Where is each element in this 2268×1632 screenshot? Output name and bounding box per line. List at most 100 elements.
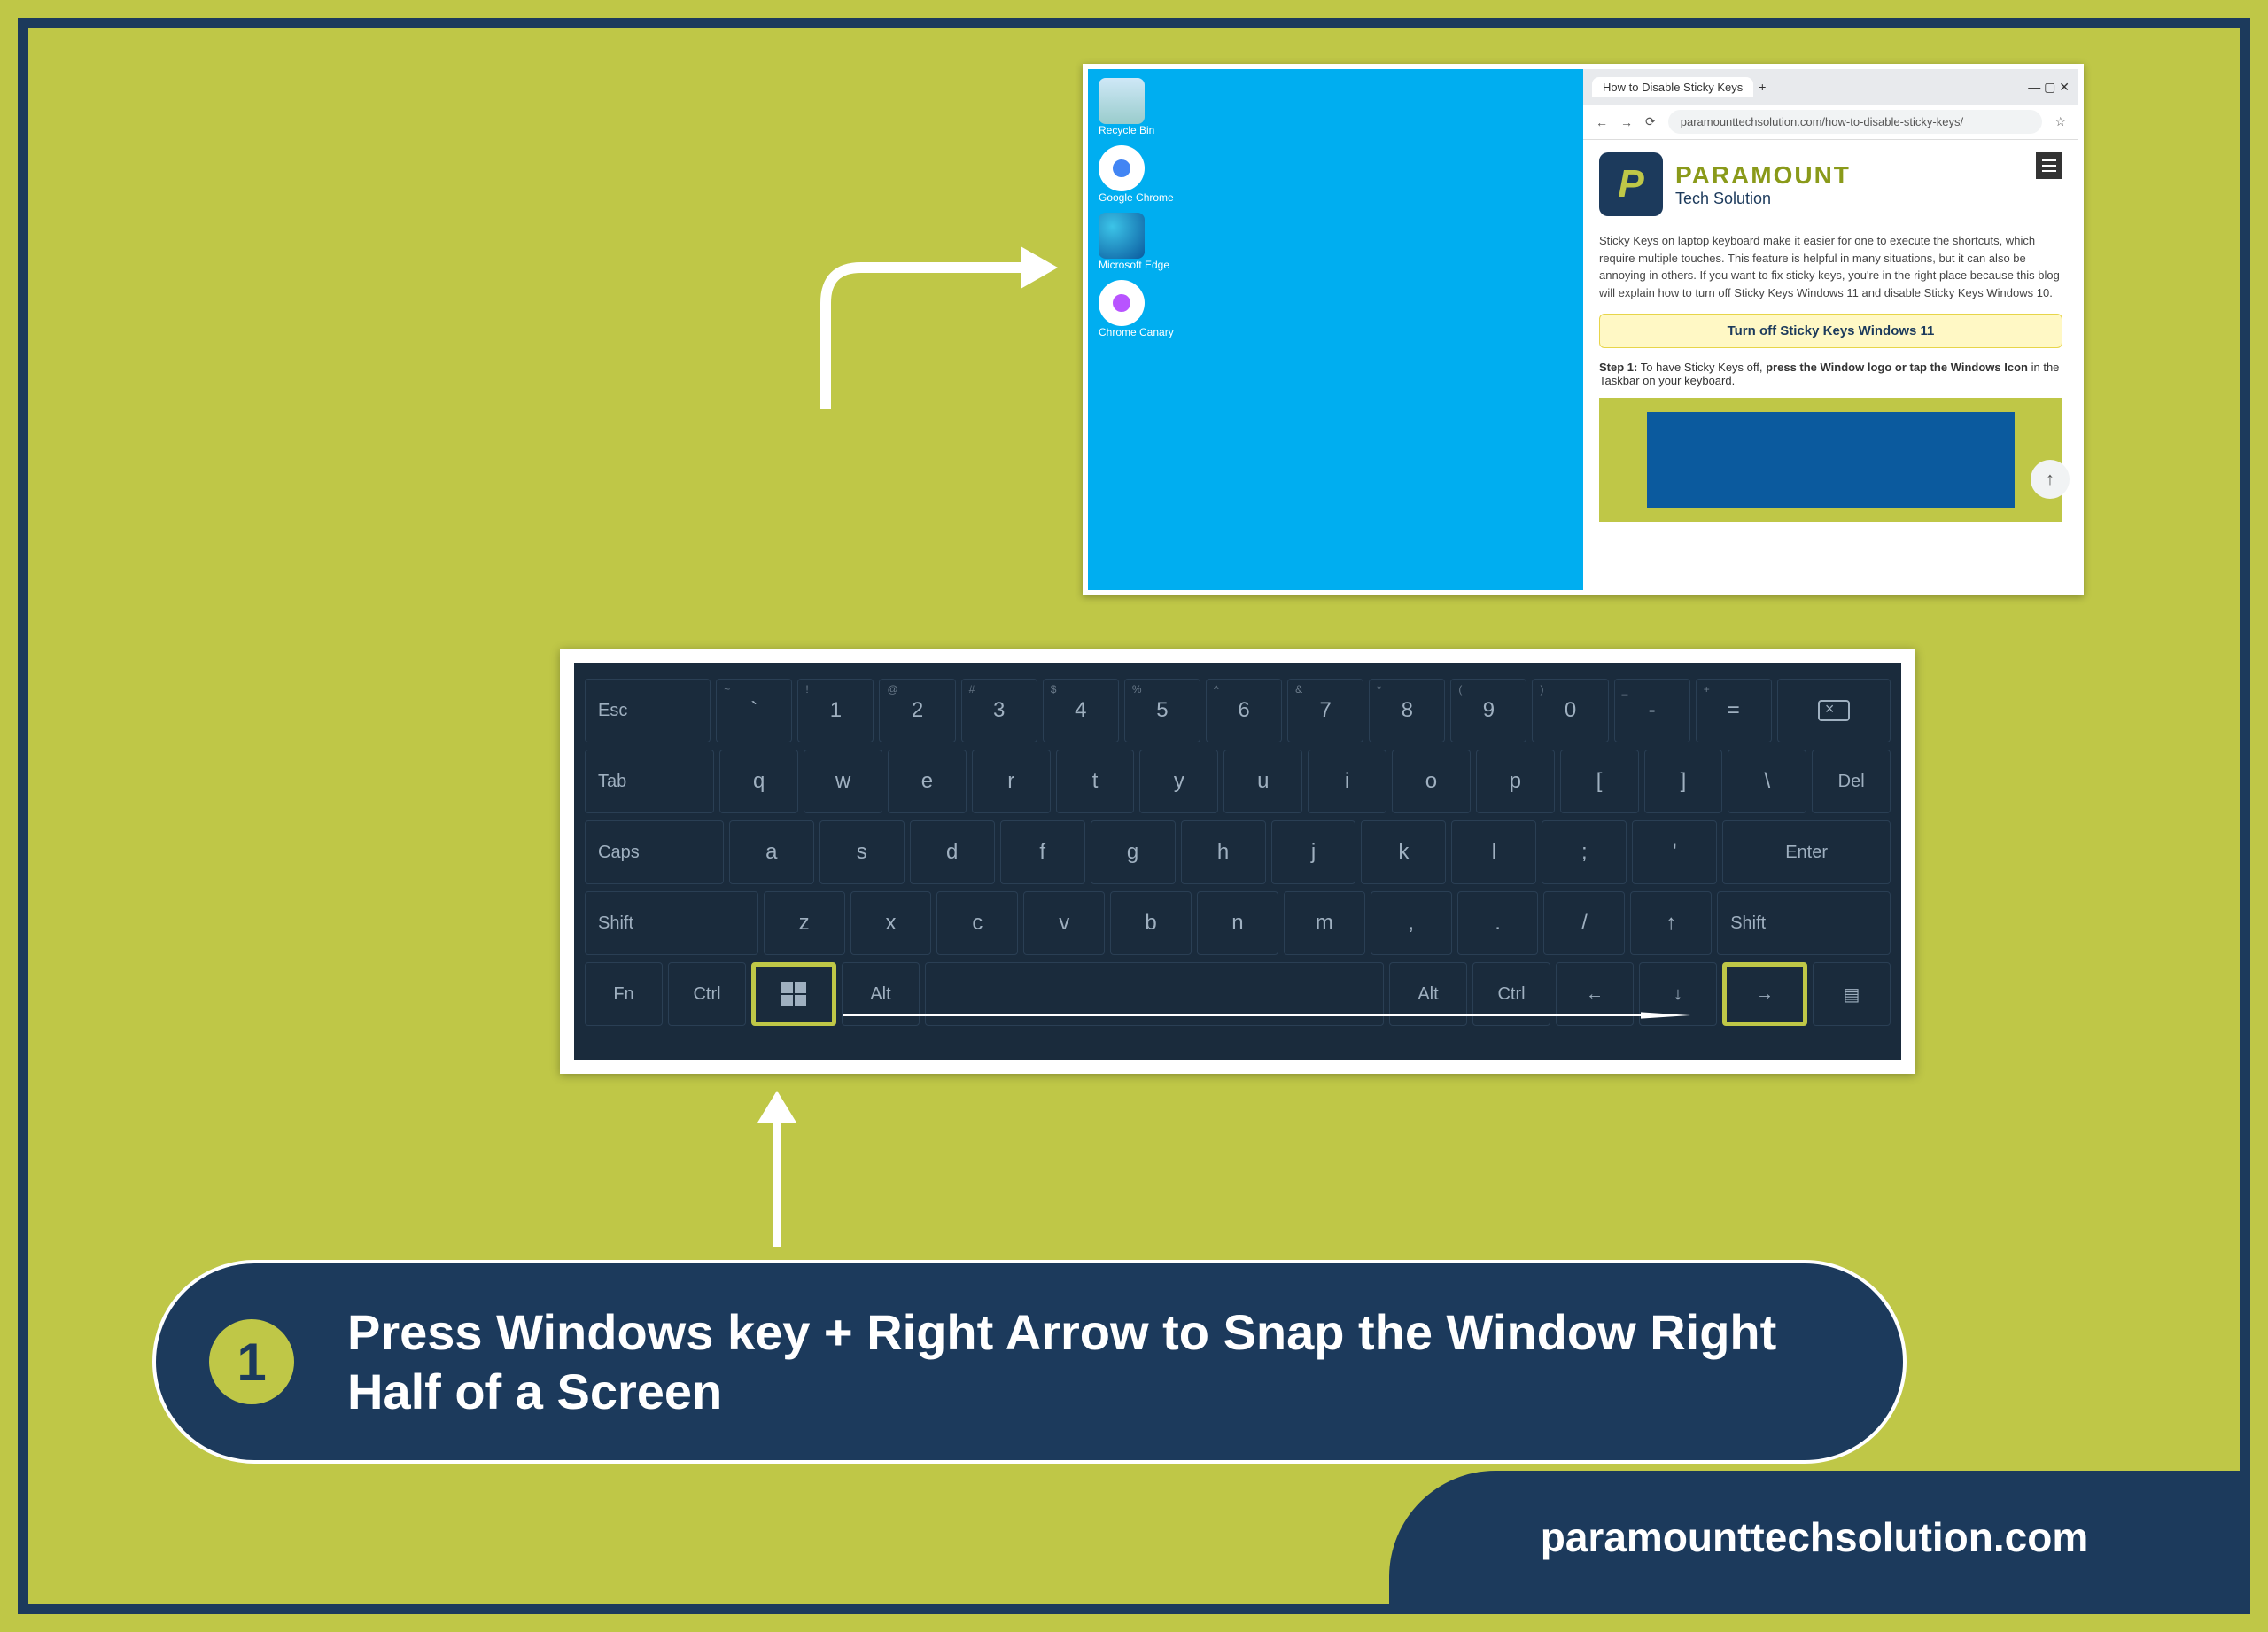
- key-2[interactable]: 2@: [879, 679, 955, 742]
- key-k[interactable]: k: [1361, 820, 1446, 884]
- footer-ribbon: paramounttechsolution.com: [1389, 1471, 2240, 1604]
- key-p[interactable]: p: [1476, 750, 1555, 813]
- key-▤[interactable]: ▤: [1813, 962, 1891, 1026]
- key-3[interactable]: 3#: [961, 679, 1037, 742]
- hamburger-menu-icon[interactable]: [2036, 152, 2062, 179]
- key-b[interactable]: b: [1110, 891, 1192, 955]
- embedded-screenshot: ↑: [1599, 398, 2062, 522]
- chrome-canary-icon: [1099, 280, 1145, 326]
- key-1[interactable]: 1!: [797, 679, 874, 742]
- key-6[interactable]: 6^: [1206, 679, 1282, 742]
- article-step: Step 1: To have Sticky Keys off, press t…: [1599, 361, 2062, 387]
- new-tab-icon[interactable]: +: [1759, 80, 1766, 94]
- key-c[interactable]: c: [936, 891, 1018, 955]
- icon-label: Chrome Canary: [1099, 326, 1583, 338]
- key-r[interactable]: r: [972, 750, 1051, 813]
- key-e[interactable]: e: [888, 750, 967, 813]
- key-f[interactable]: f: [1000, 820, 1085, 884]
- key-a[interactable]: a: [729, 820, 814, 884]
- reload-icon[interactable]: ⟳: [1645, 114, 1656, 129]
- instruction-text: Press Windows key + Right Arrow to Snap …: [347, 1302, 1850, 1421]
- browser-window: How to Disable Sticky Keys + — ▢ ✕ ← → ⟳…: [1583, 69, 2078, 590]
- logo-text-1: PARAMOUNT: [1675, 161, 1851, 190]
- bookmark-icon[interactable]: ☆: [2054, 114, 2066, 129]
- key-/[interactable]: /: [1543, 891, 1625, 955]
- key-ctrl[interactable]: Ctrl: [668, 962, 746, 1026]
- key-esc[interactable]: Esc: [585, 679, 711, 742]
- on-screen-keyboard: Esc`~1!2@3#4$5%6^7&8*9(0)-_=+ Tabqwertyu…: [560, 649, 1915, 1074]
- arrow-right-icon: [843, 1012, 1694, 1019]
- key-u[interactable]: u: [1223, 750, 1302, 813]
- key-enter[interactable]: Enter: [1722, 820, 1891, 884]
- site-logo: P PARAMOUNT Tech Solution: [1599, 152, 2062, 216]
- arrow-up-icon: [750, 1087, 804, 1247]
- key-v[interactable]: v: [1023, 891, 1105, 955]
- key-\[interactable]: \: [1728, 750, 1806, 813]
- instruction-banner: 1 Press Windows key + Right Arrow to Sna…: [152, 1260, 1907, 1464]
- key-m[interactable]: m: [1284, 891, 1365, 955]
- web-page-content: P PARAMOUNT Tech Solution Sticky Keys on…: [1583, 140, 2078, 590]
- key-`[interactable]: `~: [716, 679, 792, 742]
- icon-label: Google Chrome: [1099, 191, 1583, 204]
- key-d[interactable]: d: [910, 820, 995, 884]
- browser-tab[interactable]: How to Disable Sticky Keys: [1592, 77, 1753, 97]
- key--[interactable]: -_: [1614, 679, 1690, 742]
- key-.[interactable]: .: [1457, 891, 1539, 955]
- logo-mark: P: [1599, 152, 1663, 216]
- url-input[interactable]: paramounttechsolution.com/how-to-disable…: [1668, 110, 2043, 134]
- forward-icon[interactable]: →: [1620, 115, 1633, 129]
- key-,[interactable]: ,: [1371, 891, 1452, 955]
- key-t[interactable]: t: [1056, 750, 1135, 813]
- key-s[interactable]: s: [819, 820, 905, 884]
- key-7[interactable]: 7&: [1287, 679, 1363, 742]
- key-shift[interactable]: Shift: [585, 891, 758, 955]
- key-del[interactable]: Del: [1812, 750, 1891, 813]
- browser-tab-bar: How to Disable Sticky Keys + — ▢ ✕: [1583, 69, 2078, 105]
- right-arrow-key[interactable]: →: [1722, 962, 1807, 1026]
- key-[[interactable]: [: [1560, 750, 1639, 813]
- key-=[interactable]: =+: [1696, 679, 1772, 742]
- step-number-badge: 1: [209, 1319, 294, 1404]
- windows-desktop: Recycle Bin Google Chrome Microsoft Edge…: [1088, 69, 1583, 590]
- key-'[interactable]: ': [1632, 820, 1717, 884]
- key-l[interactable]: l: [1451, 820, 1536, 884]
- key-tab[interactable]: Tab: [585, 750, 714, 813]
- key-i[interactable]: i: [1308, 750, 1386, 813]
- key-fn[interactable]: Fn: [585, 962, 663, 1026]
- browser-address-bar: ← → ⟳ paramounttechsolution.com/how-to-d…: [1583, 105, 2078, 140]
- key-caps[interactable]: Caps: [585, 820, 724, 884]
- key-g[interactable]: g: [1091, 820, 1176, 884]
- key-j[interactable]: j: [1271, 820, 1356, 884]
- icon-label: Microsoft Edge: [1099, 259, 1583, 271]
- key-9[interactable]: 9(: [1450, 679, 1526, 742]
- article-intro: Sticky Keys on laptop keyboard make it e…: [1599, 232, 2062, 301]
- key-↑[interactable]: ↑: [1630, 891, 1712, 955]
- key-q[interactable]: q: [719, 750, 798, 813]
- key-][interactable]: ]: [1644, 750, 1723, 813]
- key-shift[interactable]: Shift: [1717, 891, 1891, 955]
- key-h[interactable]: h: [1181, 820, 1266, 884]
- key-x[interactable]: x: [850, 891, 932, 955]
- key-8[interactable]: 8*: [1369, 679, 1445, 742]
- microsoft-edge-icon: [1099, 213, 1145, 259]
- recycle-bin-icon: [1099, 78, 1145, 124]
- key-5[interactable]: 5%: [1124, 679, 1200, 742]
- key-;[interactable]: ;: [1542, 820, 1627, 884]
- back-icon[interactable]: ←: [1596, 115, 1608, 129]
- key-0[interactable]: 0): [1532, 679, 1608, 742]
- key-o[interactable]: o: [1392, 750, 1471, 813]
- key-w[interactable]: w: [804, 750, 882, 813]
- key-n[interactable]: n: [1197, 891, 1278, 955]
- split-screen-screenshot: Recycle Bin Google Chrome Microsoft Edge…: [1083, 64, 2084, 595]
- logo-text-2: Tech Solution: [1675, 190, 1851, 208]
- infographic-frame: Recycle Bin Google Chrome Microsoft Edge…: [18, 18, 2250, 1614]
- window-controls[interactable]: — ▢ ✕: [2028, 80, 2070, 95]
- backspace-key[interactable]: [1777, 679, 1891, 742]
- google-chrome-icon: [1099, 145, 1145, 191]
- scroll-top-icon[interactable]: ↑: [2031, 460, 2070, 499]
- windows-key[interactable]: [751, 962, 836, 1026]
- key-4[interactable]: 4$: [1043, 679, 1119, 742]
- key-y[interactable]: y: [1139, 750, 1218, 813]
- arrow-up-right-icon: [799, 241, 1065, 418]
- key-z[interactable]: z: [764, 891, 845, 955]
